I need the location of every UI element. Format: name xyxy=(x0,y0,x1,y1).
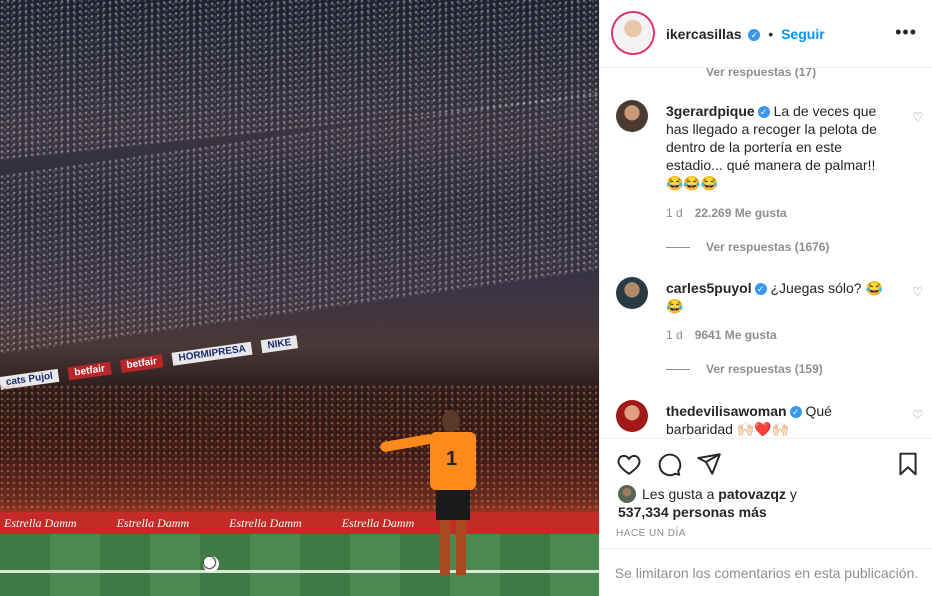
verified-icon: ✓ xyxy=(757,106,770,119)
pitch-line xyxy=(0,570,599,573)
comment-time: 1 d xyxy=(666,206,683,220)
footer-text: Se limitaron los comentarios en esta pub… xyxy=(614,564,919,581)
post-timestamp[interactable]: HACE UN DÍA xyxy=(616,528,686,539)
verified-icon: ✓ xyxy=(754,283,767,296)
pitch xyxy=(0,534,599,596)
comment-likes[interactable]: 9641 Me gusta xyxy=(695,328,777,342)
post-actions: Les gusta a patovazqz y 537,334 personas… xyxy=(600,438,932,548)
likes-prefix: Les gusta a xyxy=(642,486,715,502)
verified-icon: ✓ xyxy=(789,406,802,419)
avatar[interactable] xyxy=(618,485,636,503)
view-replies-link[interactable]: Ver respuestas (1676) xyxy=(666,240,829,254)
crowd-lower-tier xyxy=(0,385,599,510)
liker-username[interactable]: patovazqz xyxy=(718,486,786,502)
avatar[interactable] xyxy=(616,277,648,309)
ad-text: HORMIPRESA xyxy=(171,341,253,366)
likes-summary: Les gusta a patovazqz y 537,334 personas… xyxy=(618,485,918,521)
comment-icon[interactable] xyxy=(656,451,682,477)
comment-time: 1 d xyxy=(666,328,683,342)
comment-meta: 1 d 22.269 Me gusta xyxy=(666,206,787,220)
comment-meta: 1 d 9641 Me gusta xyxy=(666,328,777,342)
advertising-board: Estrella Damm Estrella Damm Estrella Dam… xyxy=(0,512,599,534)
view-replies-link[interactable]: Ver respuestas (17) xyxy=(706,68,816,79)
ad-text: betfair xyxy=(119,353,164,373)
comment-username[interactable]: thedevilisawoman xyxy=(666,403,787,419)
likes-connector: y xyxy=(789,486,797,502)
likes-count[interactable]: 537,334 personas más xyxy=(618,504,767,520)
view-replies-link[interactable]: Ver respuestas (159) xyxy=(666,362,823,376)
post-username[interactable]: ikercasillas xyxy=(666,26,742,42)
heart-icon[interactable]: ♡ xyxy=(912,285,923,299)
more-icon[interactable]: ••• xyxy=(895,22,917,43)
board-text: Estrella Damm xyxy=(116,515,190,530)
post-panel: ikercasillas ✓ • Seguir ••• Ver respuest… xyxy=(599,0,932,596)
comment-text: thedevilisawoman ✓ Qué barbaridad 🙌🏻❤️🙌🏻 xyxy=(666,402,896,438)
board-text: Estrella Damm xyxy=(229,515,302,530)
shirt-number: 1 xyxy=(446,448,458,470)
board-text: Estrella Damm xyxy=(341,515,415,530)
comment-username[interactable]: 3gerardpique xyxy=(666,103,755,119)
view-replies-label: Ver respuestas (1676) xyxy=(706,240,830,254)
verified-icon: ✓ xyxy=(748,29,761,42)
comments-list[interactable]: Ver respuestas (17) 3gerardpique ✓ La de … xyxy=(600,68,932,438)
divider xyxy=(666,368,690,370)
heart-icon[interactable] xyxy=(616,451,642,477)
comment-username[interactable]: carles5puyol xyxy=(666,280,752,296)
comment-likes[interactable]: 22.269 Me gusta xyxy=(695,206,787,220)
heart-icon[interactable]: ♡ xyxy=(912,408,923,422)
heart-icon[interactable]: ♡ xyxy=(912,110,923,124)
board-text: Estrella Damm xyxy=(4,515,77,530)
avatar[interactable] xyxy=(616,400,648,432)
view-replies-label: Ver respuestas (159) xyxy=(706,362,823,376)
divider xyxy=(666,246,690,248)
share-icon[interactable] xyxy=(696,451,722,477)
follow-button[interactable]: Seguir xyxy=(781,26,825,42)
ad-text: NIKE xyxy=(260,334,299,353)
comments-limited-notice: Se limitaron los comentarios en esta pub… xyxy=(600,548,932,596)
post-header: ikercasillas ✓ • Seguir ••• xyxy=(600,0,932,68)
header-user: ikercasillas ✓ • Seguir xyxy=(666,26,825,42)
football xyxy=(203,556,219,572)
ad-text: betfair xyxy=(67,361,112,380)
separator: • xyxy=(768,26,774,42)
avatar[interactable] xyxy=(615,15,651,51)
comment-text: carles5puyol ✓ ¿Juegas sólo? 😂😂 xyxy=(666,279,896,315)
goalkeeper-figure: 1 xyxy=(379,410,490,585)
view-replies-label: Ver respuestas (17) xyxy=(706,68,817,79)
bookmark-icon[interactable] xyxy=(895,451,921,477)
comment-text: 3gerardpique ✓ La de veces que has llegad… xyxy=(666,102,896,192)
avatar[interactable] xyxy=(616,100,648,132)
post-photo[interactable]: cats Pujol betfair betfair HORMIPRESA NI… xyxy=(0,0,599,596)
